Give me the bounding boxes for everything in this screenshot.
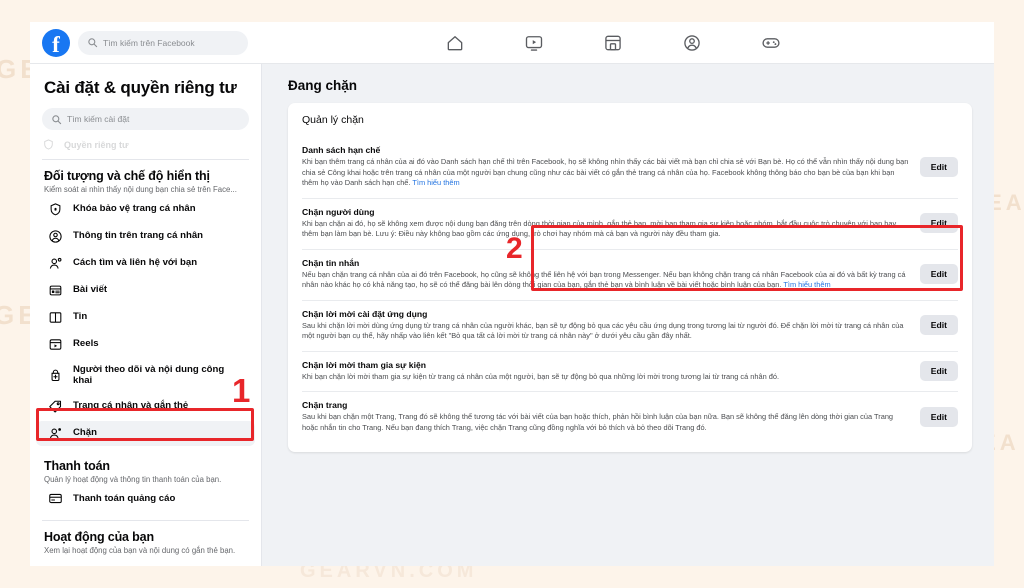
edit-button[interactable]: Edit xyxy=(919,264,958,285)
sidebar-item-label: Thông tin trên trang cá nhân xyxy=(73,230,204,242)
block-setting-text: Chặn lời mời tham gia sự kiện Khi bạn ch… xyxy=(302,360,910,383)
block-setting-row: Chặn trang Sau khi bạn chặn một Trang, T… xyxy=(302,391,958,442)
sidebar-item-label: Khóa bảo vệ trang cá nhân xyxy=(73,203,196,215)
block-setting-body: Sau khi bạn chặn một Trang, Trang đó sẽ … xyxy=(302,412,894,432)
sidebar-section-title: Hoạt động của bạn xyxy=(44,530,154,545)
block-setting-body: Khi bạn thêm trang cá nhân của ai đó vào… xyxy=(302,157,910,189)
search-icon xyxy=(52,114,62,124)
block-setting-body: Khi bạn chặn ai đó, họ sẽ không xem được… xyxy=(302,218,897,239)
page-root: GEARVN GEARVN GEA GEA GEARVN.COM GEA f T… xyxy=(0,0,1024,588)
sidebar-item-label: Trang cá nhân và gắn thẻ xyxy=(73,400,189,412)
top-navigation-bar: f Tìm kiếm trên Facebook xyxy=(30,22,994,64)
sidebar-item-label: Reels xyxy=(73,338,99,350)
sidebar-item-label: Chặn xyxy=(73,427,97,439)
sidebar-section-subtitle: Quản lý hoạt động và thông tin thanh toá… xyxy=(44,474,222,484)
manage-blocking-card: Quản lý chặn Danh sách hạn chế Khi bạn t… xyxy=(288,103,972,453)
block-setting-row: Chặn lời mời tham gia sự kiện Khi bạn ch… xyxy=(302,350,958,392)
sidebar-title: Cài đặt & quyền riêng tư xyxy=(44,78,237,97)
learn-more-link[interactable]: Tìm hiểu thêm xyxy=(412,178,459,187)
block-setting-title: Chặn tin nhắn xyxy=(302,257,360,268)
block-setting-title: Chặn trang xyxy=(302,400,348,411)
shield-lock-icon xyxy=(50,203,61,216)
followers-add-icon xyxy=(51,369,60,381)
sidebar-item-label: Bài viết xyxy=(73,284,108,296)
block-setting-description: Khi bạn thêm trang cá nhân của ai đó vào… xyxy=(302,157,909,188)
block-setting-text: Chặn trang Sau khi bạn chặn một Trang, T… xyxy=(302,400,910,433)
settings-search-input[interactable]: Tìm kiếm cài đặt xyxy=(42,108,249,130)
tag-icon xyxy=(49,400,62,413)
sidebar-section-header: Đối tượng và chế độ hiển thị Kiểm soát a… xyxy=(30,160,261,195)
edit-button[interactable]: Edit xyxy=(919,213,958,234)
edit-button[interactable]: Edit xyxy=(919,360,958,381)
block-setting-title: Chặn lời mời cài đặt ứng dụng xyxy=(302,308,428,319)
block-setting-row: Chặn người dùng Khi bạn chặn ai đó, họ s… xyxy=(302,197,958,249)
sidebar-section-title: Thanh toán xyxy=(44,458,110,473)
block-setting-row: Danh sách hạn chế Khi bạn thêm trang cá … xyxy=(302,137,958,198)
facebook-logo-letter: f xyxy=(52,32,60,57)
watch-icon[interactable] xyxy=(524,33,544,53)
window-body: Cài đặt & quyền riêng tư Tìm kiếm cài đặ… xyxy=(30,64,994,566)
edit-button[interactable]: Edit xyxy=(919,406,958,427)
sidebar-item-cutoff[interactable]: Quyền riêng tư xyxy=(42,136,249,153)
facebook-search-input[interactable]: Tìm kiếm trên Facebook xyxy=(78,30,248,55)
gaming-icon[interactable] xyxy=(761,33,781,53)
block-setting-body: Sau khi chặn lời mời dùng ứng dụng từ tr… xyxy=(302,320,904,341)
sidebar-item-posts[interactable]: Bài viết xyxy=(36,278,255,303)
story-book-icon xyxy=(49,312,62,323)
home-icon[interactable] xyxy=(445,33,465,53)
sidebar-item-label: Cách tìm và liên hệ với bạn xyxy=(73,257,198,269)
facebook-settings-window: f Tìm kiếm trên Facebook Cài đặt & quyền… xyxy=(30,22,994,566)
search-icon xyxy=(88,38,98,48)
person-search-icon xyxy=(49,257,62,269)
block-setting-title: Chặn người dùng xyxy=(302,206,375,217)
edit-button[interactable]: Edit xyxy=(919,156,958,177)
credit-card-icon xyxy=(49,494,62,504)
sidebar-section-header: Hoạt động của bạn Xem lại hoạt động của … xyxy=(30,521,261,556)
facebook-search-placeholder: Tìm kiếm trên Facebook xyxy=(103,37,195,48)
card-title: Quản lý chặn xyxy=(302,114,364,126)
block-setting-title: Danh sách hạn chế xyxy=(302,145,381,155)
sidebar-item-blocking[interactable]: Chặn xyxy=(36,420,255,446)
page-title: Đang chặn xyxy=(288,78,358,93)
block-setting-title: Chặn lời mời tham gia sự kiện xyxy=(302,359,426,370)
sidebar-item-followers[interactable]: Người theo dõi và nội dung công khai xyxy=(36,359,255,392)
facebook-logo-icon[interactable]: f xyxy=(42,28,70,57)
sidebar-section-header: Thanh toán Quản lý hoạt động và thông ti… xyxy=(30,446,261,485)
sidebar-section-subtitle: Xem lại hoạt động của bạn và nội dung có… xyxy=(44,546,236,556)
sidebar-item-label: Người theo dõi và nội dung công khai xyxy=(73,363,225,387)
block-setting-text: Danh sách hạn chế Khi bạn thêm trang cá … xyxy=(302,145,910,189)
sidebar-item-ad-payments[interactable]: Thanh toán quảng cáo xyxy=(36,486,255,511)
post-icon xyxy=(49,285,62,296)
block-setting-row: Chặn tin nhắn Nếu bạn chặn trang cá nhân… xyxy=(302,248,958,300)
groups-icon[interactable] xyxy=(682,33,702,53)
blocking-main-panel: Đang chặn Quản lý chặn Danh sách hạn chế… xyxy=(262,64,994,566)
sidebar-section-title: Đối tượng và chế độ hiển thị xyxy=(44,169,210,183)
settings-search-placeholder: Tìm kiếm cài đặt xyxy=(67,114,130,124)
sidebar-item-profile-info[interactable]: Thông tin trên trang cá nhân xyxy=(36,224,255,249)
sidebar-item-profile-lock[interactable]: Khóa bảo vệ trang cá nhân xyxy=(36,197,255,222)
sidebar-item-profile-and-tagging[interactable]: Trang cá nhân và gắn thẻ xyxy=(36,394,255,419)
marketplace-icon[interactable] xyxy=(603,33,623,53)
sidebar-item-cutoff-label: Quyền riêng tư xyxy=(64,139,129,150)
block-setting-text: Chặn tin nhắn Nếu bạn chặn trang cá nhân… xyxy=(302,258,910,291)
block-setting-body: Nếu bạn chặn trang cá nhân của ai đó trê… xyxy=(302,270,910,291)
sidebar-item-stories[interactable]: Tin xyxy=(36,305,255,330)
block-setting-row: Chặn lời mời cài đặt ứng dụng Sau khi ch… xyxy=(302,299,958,351)
profile-circle-icon xyxy=(49,230,62,243)
block-setting-body: Khi bạn chặn lời mời tham gia sự kiện từ… xyxy=(302,371,780,381)
settings-sidebar: Cài đặt & quyền riêng tư Tìm kiếm cài đặ… xyxy=(30,64,262,566)
learn-more-link[interactable]: Tìm hiểu thêm xyxy=(783,280,830,289)
block-setting-text: Chặn người dùng Khi bạn chặn ai đó, họ s… xyxy=(302,207,910,240)
sidebar-item-label: Tin xyxy=(73,311,88,323)
block-setting-text: Chặn lời mời cài đặt ứng dụng Sau khi ch… xyxy=(302,309,910,342)
sidebar-section-subtitle: Kiểm soát ai nhìn thấy nội dung bạn chia… xyxy=(44,185,237,194)
sidebar-item-how-to-find-you[interactable]: Cách tìm và liên hệ với bạn xyxy=(36,251,255,276)
reels-icon xyxy=(49,339,62,350)
privacy-icon xyxy=(44,139,53,150)
sidebar-item-label: Thanh toán quảng cáo xyxy=(73,493,176,505)
sidebar-item-reels[interactable]: Reels xyxy=(36,332,255,357)
edit-button[interactable]: Edit xyxy=(919,315,958,336)
nav-icon-group xyxy=(445,22,781,64)
block-person-icon xyxy=(49,427,61,439)
